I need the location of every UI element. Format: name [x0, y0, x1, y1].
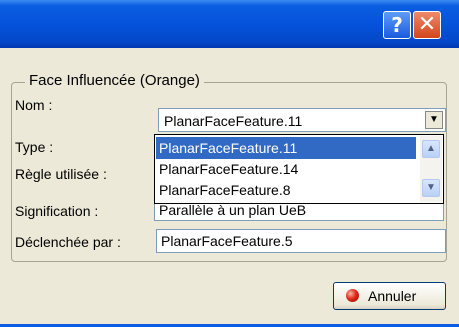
- cancel-button-label: Annuler: [368, 288, 417, 304]
- list-item[interactable]: PlanarFaceFeature.14: [156, 158, 416, 180]
- cancel-button[interactable]: Annuler: [333, 282, 446, 310]
- signification-label: Signification :: [15, 203, 99, 219]
- nom-dropdown-list[interactable]: PlanarFaceFeature.11 PlanarFaceFeature.1…: [154, 134, 444, 204]
- list-item[interactable]: PlanarFaceFeature.8: [156, 179, 416, 201]
- declenchee-field[interactable]: PlanarFaceFeature.5: [156, 229, 446, 253]
- nom-label: Nom :: [15, 97, 53, 113]
- help-button[interactable]: ?: [383, 11, 411, 39]
- type-label: Type :: [15, 139, 54, 155]
- group-title: Face Influencée (Orange): [25, 71, 204, 91]
- close-button[interactable]: ✕: [413, 11, 441, 39]
- cancel-icon: [346, 289, 359, 302]
- list-item-selected[interactable]: PlanarFaceFeature.11: [156, 137, 416, 159]
- scroll-down-icon[interactable]: ▼: [422, 179, 440, 197]
- dropdown-scrollbar[interactable]: ▲ ▼: [420, 136, 442, 202]
- nom-combobox-value: PlanarFaceFeature.11: [164, 113, 303, 129]
- chevron-down-icon[interactable]: ▼: [425, 111, 443, 129]
- title-bar: ? ✕: [0, 0, 459, 48]
- declenchee-label: Déclenchée par :: [15, 234, 121, 250]
- nom-combobox[interactable]: PlanarFaceFeature.11 ▼: [158, 108, 446, 132]
- regle-label: Règle utilisée :: [15, 166, 107, 182]
- scroll-up-icon[interactable]: ▲: [422, 140, 440, 158]
